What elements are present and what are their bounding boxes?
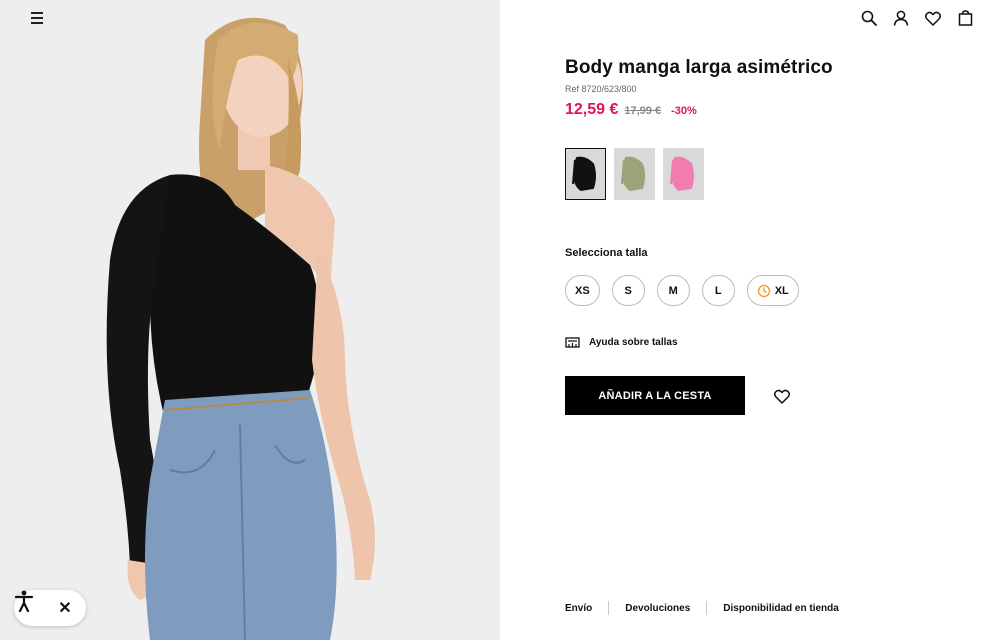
menu-line — [31, 12, 43, 14]
price-original: 17,99 € — [624, 105, 662, 117]
accessibility-close-button[interactable]: ✕ — [50, 590, 80, 626]
size-xs-button[interactable]: XS — [565, 275, 600, 306]
size-help-link[interactable]: Ayuda sobre tallas — [565, 336, 678, 348]
add-to-cart-button[interactable]: AÑADIR A LA CESTA — [565, 376, 745, 415]
size-l-button[interactable]: L — [701, 275, 735, 306]
discount-badge: -30% — [671, 105, 697, 117]
wishlist-heart-icon[interactable] — [772, 386, 792, 406]
color-swatch-green[interactable] — [614, 148, 655, 200]
menu-icon[interactable] — [28, 9, 48, 27]
divider — [608, 601, 610, 615]
model-illustration — [0, 0, 500, 640]
product-title: Body manga larga asimétrico — [565, 57, 833, 78]
size-label: Selecciona talla — [565, 247, 648, 259]
accessibility-icon[interactable] — [14, 590, 50, 626]
size-s-button[interactable]: S — [611, 275, 645, 306]
color-swatch-pink[interactable] — [663, 148, 704, 200]
returns-link[interactable]: Devoluciones — [625, 603, 690, 614]
store-availability-link[interactable]: Disponibilidad en tienda — [723, 603, 839, 614]
shipping-link[interactable]: Envío — [565, 603, 592, 614]
header-icons — [859, 8, 975, 28]
color-swatch-black[interactable] — [565, 148, 606, 200]
size-m-button[interactable]: M — [656, 275, 690, 306]
divider — [706, 601, 708, 615]
size-xl-label: XL — [774, 284, 789, 297]
size-xl-button[interactable]: XL — [746, 275, 799, 306]
ruler-icon — [565, 337, 580, 348]
footer-links: Envío Devoluciones Disponibilidad en tie… — [565, 601, 839, 615]
menu-line — [31, 17, 43, 19]
size-selector: XS S M L XL — [565, 275, 799, 306]
bag-icon[interactable] — [955, 8, 975, 28]
price-row: 12,59 € 17,99 € -30% — [565, 101, 697, 119]
menu-line — [31, 22, 43, 24]
accessibility-widget: ✕ — [14, 590, 86, 626]
clock-icon — [757, 284, 770, 297]
heart-icon[interactable] — [923, 8, 943, 28]
size-help-label: Ayuda sobre tallas — [589, 336, 678, 348]
user-icon[interactable] — [891, 8, 911, 28]
product-ref: Ref 8720/623/800 — [565, 84, 637, 94]
product-image[interactable]: ✕ — [0, 0, 500, 640]
color-selector — [565, 148, 704, 200]
search-icon[interactable] — [859, 8, 879, 28]
price-current: 12,59 € — [565, 101, 619, 118]
